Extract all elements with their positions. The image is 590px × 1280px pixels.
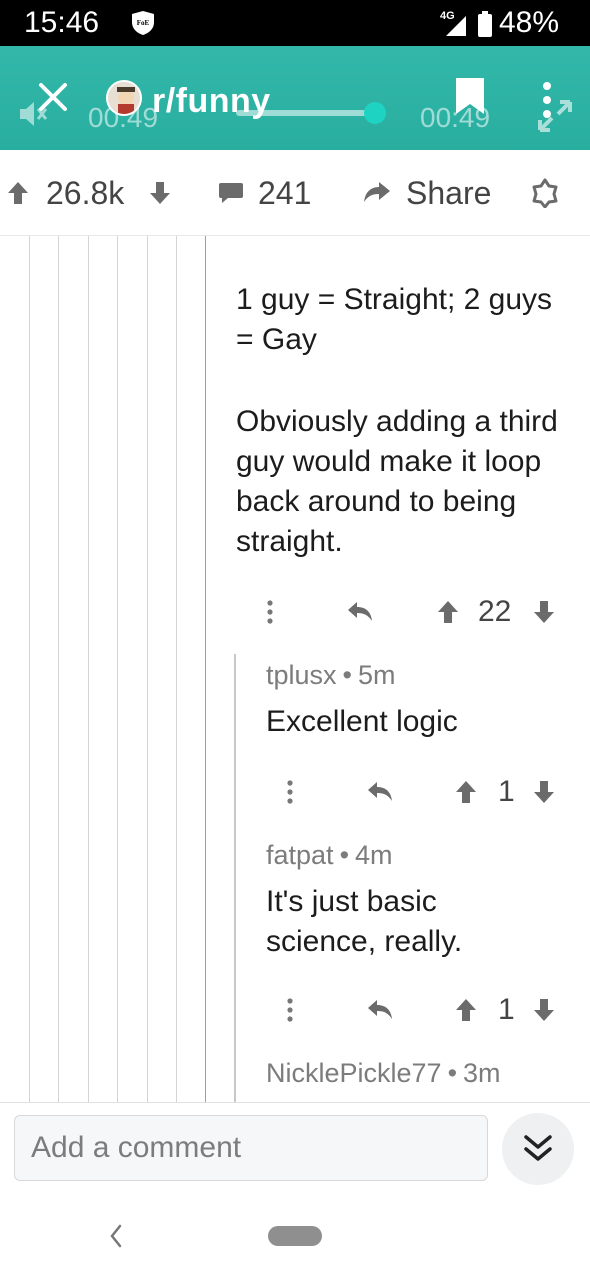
comment-age: 3m bbox=[463, 1058, 501, 1088]
comment-author[interactable]: tplusx bbox=[266, 660, 337, 690]
comment-meta: NicklePickle77 • 3m bbox=[266, 1058, 501, 1089]
comment-age: 5m bbox=[358, 660, 396, 690]
signal-icon bbox=[444, 12, 468, 38]
comment-more-icon[interactable] bbox=[282, 770, 298, 819]
comment-text: Obviously adding a third guy would make … bbox=[236, 405, 558, 558]
upvote-icon[interactable] bbox=[454, 770, 478, 819]
thread-indent-line[interactable] bbox=[117, 236, 118, 1102]
downvote-icon[interactable] bbox=[148, 150, 172, 236]
comment-author[interactable]: fatpat bbox=[266, 840, 334, 870]
thread-indent-line[interactable] bbox=[29, 236, 30, 1102]
more-options-icon[interactable] bbox=[540, 80, 554, 120]
meta-separator: • bbox=[342, 660, 352, 690]
comment-score: 22 bbox=[478, 595, 512, 628]
system-nav-bar bbox=[0, 1200, 590, 1280]
bookmark-icon[interactable] bbox=[454, 76, 486, 116]
reply-icon[interactable] bbox=[366, 988, 394, 1037]
post-score: 26.8k bbox=[46, 174, 125, 211]
reply-indent-line[interactable] bbox=[234, 654, 236, 1102]
svg-text:FoE: FoE bbox=[137, 19, 150, 27]
comment-actions: 22 bbox=[262, 590, 562, 634]
downvote-icon[interactable] bbox=[532, 590, 556, 639]
thread-indent-line[interactable] bbox=[205, 236, 206, 1102]
downvote-icon[interactable] bbox=[532, 988, 556, 1037]
share-button[interactable]: Share bbox=[406, 150, 491, 236]
status-bar: 15:46 FoE 4G 48% bbox=[0, 0, 590, 46]
battery-icon bbox=[478, 11, 492, 37]
upvote-icon[interactable] bbox=[6, 150, 30, 236]
meta-separator: • bbox=[339, 840, 350, 870]
comment-actions: 1 bbox=[282, 988, 562, 1032]
comment-score: 1 bbox=[498, 993, 515, 1026]
comment-age: 4m bbox=[355, 840, 393, 870]
comment-text: Excellent logic bbox=[266, 705, 458, 738]
post-action-bar: 26.8k 241 Share bbox=[0, 150, 590, 236]
next-comment-button[interactable] bbox=[502, 1113, 574, 1185]
nav-back-icon[interactable] bbox=[106, 1222, 126, 1250]
subreddit-name[interactable]: r/funny bbox=[152, 82, 271, 121]
thread-indent-line[interactable] bbox=[58, 236, 59, 1102]
comment-meta: tplusx • 5m bbox=[266, 660, 396, 691]
comment-text: 1 guy = Straight; 2 guys = Gay bbox=[236, 283, 553, 356]
comment-more-icon[interactable] bbox=[262, 590, 278, 639]
close-icon[interactable] bbox=[36, 80, 70, 114]
award-icon[interactable] bbox=[530, 150, 560, 236]
meta-separator: • bbox=[447, 1058, 458, 1088]
thread-indent-line[interactable] bbox=[147, 236, 148, 1102]
comment-author[interactable]: NicklePickle77 bbox=[266, 1058, 442, 1088]
comment-text: It's just basic science, really. bbox=[266, 885, 463, 958]
app-shield-icon: FoE bbox=[130, 10, 156, 36]
reply-icon[interactable] bbox=[366, 770, 394, 819]
comment-score: 1 bbox=[498, 775, 515, 808]
nav-home-pill[interactable] bbox=[268, 1226, 322, 1246]
upvote-icon[interactable] bbox=[436, 590, 460, 639]
comment-more-icon[interactable] bbox=[282, 988, 298, 1037]
double-chevron-down-icon bbox=[524, 1135, 552, 1161]
share-icon[interactable] bbox=[362, 150, 392, 236]
post-header: 00:49 00:49 r/funny bbox=[0, 46, 590, 150]
battery-percent: 48% bbox=[499, 6, 560, 39]
upvote-icon[interactable] bbox=[454, 988, 478, 1037]
status-time: 15:46 bbox=[24, 6, 100, 39]
subreddit-avatar[interactable] bbox=[106, 80, 142, 116]
video-overlay bbox=[0, 46, 590, 150]
comments-count[interactable]: 241 bbox=[258, 150, 311, 236]
comment-actions: 1 bbox=[282, 770, 562, 814]
thread-indent-line[interactable] bbox=[176, 236, 177, 1102]
comments-icon[interactable] bbox=[218, 150, 244, 236]
thread-indent-line[interactable] bbox=[88, 236, 89, 1102]
downvote-icon[interactable] bbox=[532, 770, 556, 819]
video-seek-handle[interactable] bbox=[364, 102, 386, 124]
comment-composer: Add a comment bbox=[0, 1102, 590, 1200]
comment-meta: fatpat • 4m bbox=[266, 840, 393, 871]
comment-thread: 1 guy = Straight; 2 guys = Gay Obviously… bbox=[0, 236, 590, 1102]
add-comment-input[interactable]: Add a comment bbox=[14, 1115, 488, 1181]
reply-icon[interactable] bbox=[346, 590, 374, 639]
